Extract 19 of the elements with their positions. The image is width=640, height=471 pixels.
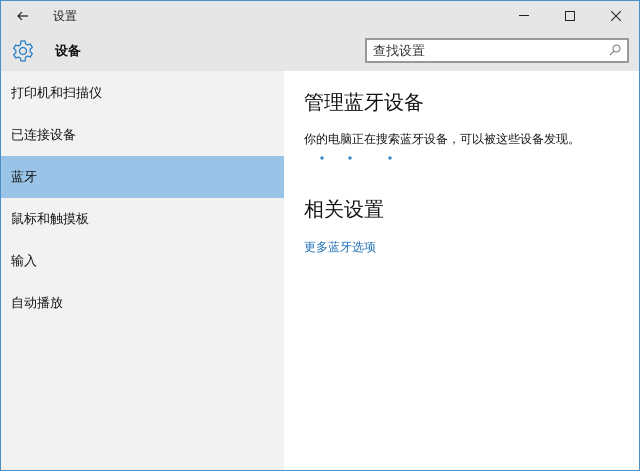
close-icon [611,10,621,20]
search-icon [609,44,621,56]
sidebar-item[interactable]: 鼠标和触摸板 [1,198,284,240]
section-heading: 相关设置 [304,198,385,223]
sidebar-item[interactable]: 打印机和扫描仪 [1,72,284,114]
sidebar-item[interactable]: 自动播放 [1,282,284,324]
status-text: 你的电脑正在搜索蓝牙设备，可以被这些设备发现。 [304,131,581,148]
page-title: 设备 [55,42,81,60]
search-field[interactable]: 查找设置 [365,38,629,63]
minimize-icon [519,15,529,16]
bluetooth-options-link[interactable]: 更多蓝牙选项 [304,238,376,256]
sidebar-item[interactable]: 已连接设备 [1,114,284,156]
back-arrow-icon [17,10,29,20]
section-heading: 管理蓝牙设备 [304,91,425,116]
maximize-icon [565,10,575,20]
gear-icon [11,38,35,62]
window-title: 设置 [53,8,77,24]
sidebar-item[interactable]: 输入 [1,240,284,282]
sidebar-item[interactable]: 蓝牙 [1,156,284,198]
